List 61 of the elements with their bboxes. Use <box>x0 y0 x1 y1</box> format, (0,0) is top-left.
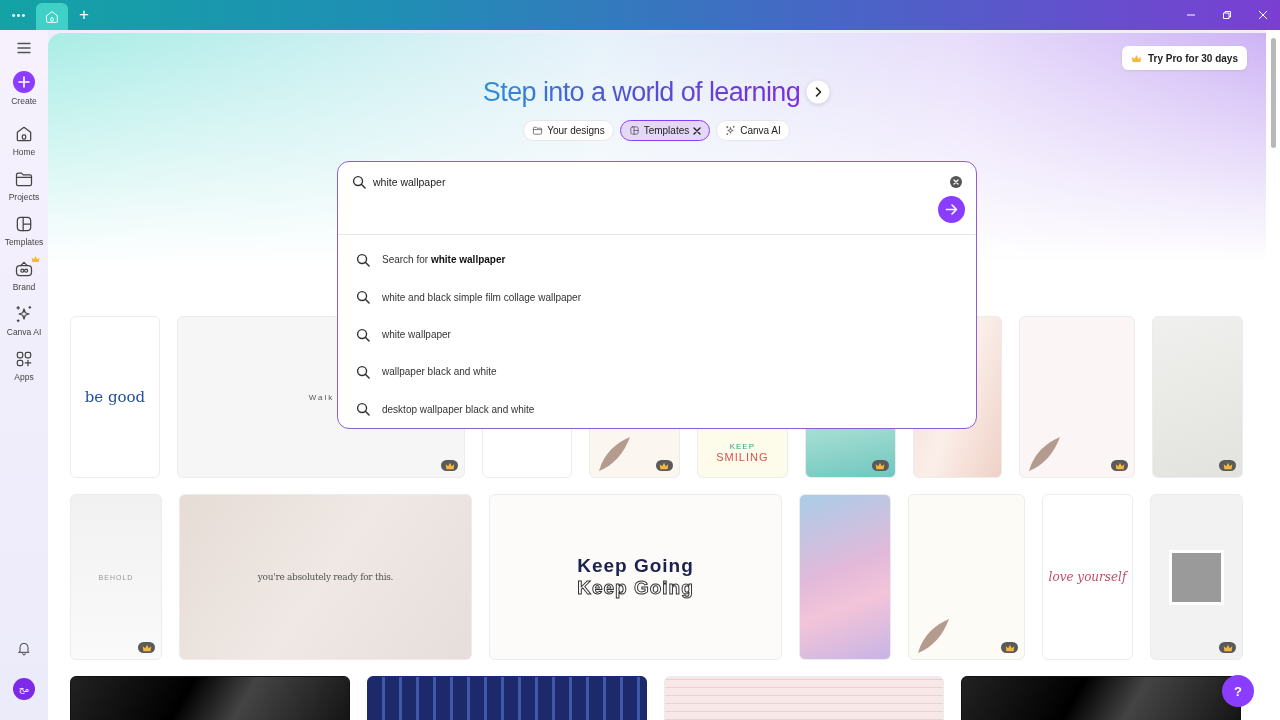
design-text: KEEP <box>729 442 755 451</box>
design-text: Keep Going <box>577 577 694 599</box>
design-text: Keep Going <box>577 555 694 577</box>
template-card[interactable]: love yourself <box>1042 494 1133 660</box>
template-card[interactable]: Keep Going Keep Going <box>489 494 782 660</box>
house-icon <box>44 8 60 25</box>
layout-icon <box>14 214 34 234</box>
search-icon <box>356 252 370 267</box>
folder-icon <box>532 125 544 136</box>
sidebar-item[interactable]: Brand <box>6 255 42 292</box>
clear-icon[interactable] <box>950 176 962 188</box>
sidebar-item[interactable]: Apps <box>8 345 40 382</box>
crown-icon <box>1130 53 1142 63</box>
close-icon[interactable] <box>693 126 702 135</box>
crown-icon <box>444 461 455 470</box>
apps-icon <box>14 349 34 369</box>
template-card[interactable] <box>70 676 350 720</box>
filter-tab[interactable]: Templates <box>619 120 711 141</box>
design-text: love yourself <box>1048 570 1127 584</box>
photo-placeholder <box>1169 549 1224 605</box>
template-card[interactable] <box>961 676 1241 720</box>
template-card[interactable]: you're absolutely ready for this. <box>179 494 472 660</box>
template-card[interactable]: be good <box>70 316 160 478</box>
sidebar-item[interactable]: Projects <box>2 165 46 202</box>
restore-icon[interactable] <box>1222 10 1232 20</box>
home-tab[interactable] <box>36 3 68 30</box>
crown-icon <box>1114 461 1125 470</box>
try-pro-button[interactable]: Try Pro for 30 days <box>1121 46 1247 70</box>
design-text: you're absolutely ready for this. <box>257 572 394 582</box>
chevron-right-icon[interactable] <box>806 80 831 104</box>
search-field[interactable]: white wallpaper <box>373 173 943 191</box>
sidebar-item[interactable]: Home <box>6 120 42 157</box>
crown-icon <box>659 461 670 470</box>
suggestion-item[interactable]: Search for white wallpaper <box>338 241 976 279</box>
search-icon <box>352 175 366 189</box>
create-button[interactable]: Create <box>11 71 37 106</box>
search-icon <box>356 364 370 379</box>
layout-icon <box>628 125 640 136</box>
sparkle-icon <box>14 304 34 324</box>
plus-icon <box>13 71 35 93</box>
sidebar-item[interactable]: Templates <box>0 210 50 247</box>
design-text: Walk <box>308 392 335 402</box>
house-icon <box>14 124 34 144</box>
briefcase-icon <box>14 259 34 279</box>
avatar[interactable]: مج <box>13 678 35 700</box>
filter-tab[interactable]: Your designs <box>523 120 614 141</box>
menu-icon[interactable] <box>17 42 31 54</box>
search-icon <box>356 327 370 342</box>
search-icon <box>356 402 370 417</box>
filter-tab[interactable]: Canva AI <box>716 120 790 141</box>
search-icon <box>356 290 370 305</box>
crown-icon <box>875 461 886 470</box>
sidebar-item[interactable]: Canva AI <box>0 300 48 337</box>
design-text: be good <box>84 388 146 406</box>
design-text: SMILING <box>716 451 769 463</box>
template-card[interactable] <box>367 676 647 720</box>
suggestion-item[interactable]: white and black simple film collage wallpaper <box>338 278 976 316</box>
help-button[interactable]: ? <box>1222 675 1254 707</box>
sparkle-icon <box>725 125 737 136</box>
scrollbar-thumb[interactable] <box>1270 38 1276 148</box>
bell-icon[interactable] <box>16 640 32 656</box>
